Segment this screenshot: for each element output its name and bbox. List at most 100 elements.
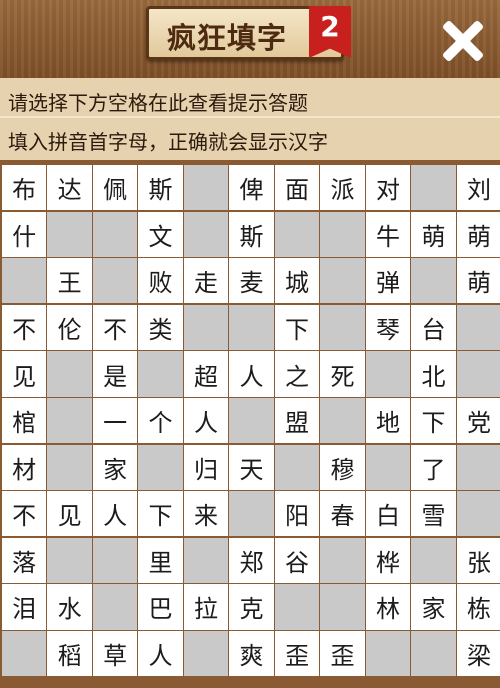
- crossword-cell[interactable]: 穆: [320, 444, 365, 490]
- crossword-cell[interactable]: 见: [47, 491, 92, 537]
- crossword-cell[interactable]: 不: [2, 304, 47, 351]
- crossword-cell[interactable]: 人: [183, 397, 229, 444]
- crossword-cell-blocked: [92, 584, 138, 630]
- crossword-cell[interactable]: 弹: [365, 258, 411, 304]
- crossword-cell[interactable]: 棺: [2, 397, 47, 444]
- crossword-cell[interactable]: 材: [2, 444, 47, 490]
- crossword-cell[interactable]: 郑: [229, 537, 274, 584]
- crossword-cell-blocked: [229, 397, 274, 444]
- crossword-cell[interactable]: 雪: [411, 491, 456, 537]
- crossword-cell[interactable]: 见: [2, 351, 47, 397]
- close-icon[interactable]: [440, 18, 486, 64]
- crossword-cell[interactable]: 地: [365, 397, 411, 444]
- crossword-cell[interactable]: 面: [274, 165, 320, 211]
- crossword-cell[interactable]: 佩: [92, 165, 138, 211]
- crossword-cell[interactable]: 家: [92, 444, 138, 490]
- crossword-cell[interactable]: 城: [274, 258, 320, 304]
- crossword-cell[interactable]: 梁: [456, 630, 500, 677]
- crossword-cell[interactable]: 不: [2, 491, 47, 537]
- crossword-cell[interactable]: 谷: [274, 537, 320, 584]
- crossword-cell[interactable]: 来: [183, 491, 229, 537]
- crossword-cell[interactable]: 了: [411, 444, 456, 490]
- crossword-cell[interactable]: 人: [229, 351, 274, 397]
- crossword-cell[interactable]: 盟: [274, 397, 320, 444]
- crossword-cell-blocked: [456, 351, 500, 397]
- crossword-cell[interactable]: 歪: [274, 630, 320, 677]
- crossword-cell[interactable]: 下: [274, 304, 320, 351]
- crossword-cell[interactable]: 拉: [183, 584, 229, 630]
- crossword-cell-blocked: [320, 258, 365, 304]
- crossword-cell[interactable]: 春: [320, 491, 365, 537]
- crossword-cell[interactable]: 水: [47, 584, 92, 630]
- crossword-cell-blocked: [47, 444, 92, 490]
- crossword-cell[interactable]: 不: [92, 304, 138, 351]
- crossword-cell[interactable]: 派: [320, 165, 365, 211]
- crossword-cell[interactable]: 天: [229, 444, 274, 490]
- crossword-cell[interactable]: 达: [47, 165, 92, 211]
- crossword-cell[interactable]: 之: [274, 351, 320, 397]
- crossword-cell[interactable]: 个: [138, 397, 183, 444]
- crossword-cell[interactable]: 栋: [456, 584, 500, 630]
- crossword-cell[interactable]: 下: [411, 397, 456, 444]
- crossword-cell[interactable]: 死: [320, 351, 365, 397]
- crossword-cell[interactable]: 萌: [456, 258, 500, 304]
- crossword-cell[interactable]: 布: [2, 165, 47, 211]
- crossword-cell[interactable]: 巴: [138, 584, 183, 630]
- crossword-cell[interactable]: 斯: [229, 211, 274, 257]
- crossword-cell[interactable]: 家: [411, 584, 456, 630]
- crossword-cell[interactable]: 牛: [365, 211, 411, 257]
- crossword-cell[interactable]: 王: [47, 258, 92, 304]
- crossword-cell[interactable]: 类: [138, 304, 183, 351]
- crossword-cell-blocked: [2, 258, 47, 304]
- crossword-cell[interactable]: 斯: [138, 165, 183, 211]
- crossword-cell[interactable]: 是: [92, 351, 138, 397]
- crossword-cell[interactable]: 刘: [456, 165, 500, 211]
- crossword-cell[interactable]: 泪: [2, 584, 47, 630]
- crossword-cell[interactable]: 落: [2, 537, 47, 584]
- crossword-cell[interactable]: 桦: [365, 537, 411, 584]
- crossword-cell[interactable]: 败: [138, 258, 183, 304]
- crossword-cell-blocked: [229, 304, 274, 351]
- crossword-cell-blocked: [183, 304, 229, 351]
- crossword-cell[interactable]: 文: [138, 211, 183, 257]
- crossword-cell[interactable]: 一: [92, 397, 138, 444]
- crossword-cell[interactable]: 人: [138, 630, 183, 677]
- crossword-cell[interactable]: 阳: [274, 491, 320, 537]
- crossword-cell-blocked: [365, 351, 411, 397]
- crossword-cell[interactable]: 下: [138, 491, 183, 537]
- crossword-cell[interactable]: 超: [183, 351, 229, 397]
- crossword-cell[interactable]: 白: [365, 491, 411, 537]
- crossword-cell[interactable]: 党: [456, 397, 500, 444]
- crossword-cell-blocked: [47, 211, 92, 257]
- crossword-cell[interactable]: 草: [92, 630, 138, 677]
- crossword-cell[interactable]: 归: [183, 444, 229, 490]
- crossword-cell[interactable]: 对: [365, 165, 411, 211]
- crossword-cell[interactable]: 俾: [229, 165, 274, 211]
- crossword-cell[interactable]: 爽: [229, 630, 274, 677]
- crossword-cell[interactable]: 伦: [47, 304, 92, 351]
- crossword-cell[interactable]: 萌: [411, 211, 456, 257]
- crossword-cell[interactable]: 人: [92, 491, 138, 537]
- crossword-cell[interactable]: 里: [138, 537, 183, 584]
- crossword-cell-blocked: [47, 537, 92, 584]
- crossword-cell[interactable]: 歪: [320, 630, 365, 677]
- crossword-cell[interactable]: 走: [183, 258, 229, 304]
- crossword-cell[interactable]: 琴: [365, 304, 411, 351]
- crossword-cell-blocked: [274, 584, 320, 630]
- crossword-cell[interactable]: 萌: [456, 211, 500, 257]
- crossword-cell-blocked: [2, 630, 47, 677]
- crossword-cell-blocked: [456, 491, 500, 537]
- crossword-cell[interactable]: 什: [2, 211, 47, 257]
- crossword-cell[interactable]: 麦: [229, 258, 274, 304]
- crossword-cell[interactable]: 林: [365, 584, 411, 630]
- crossword-cell[interactable]: 稻: [47, 630, 92, 677]
- crossword-cell[interactable]: 克: [229, 584, 274, 630]
- game-title: 疯狂填字: [167, 21, 288, 55]
- crossword-cell-blocked: [183, 211, 229, 257]
- crossword-cell-blocked: [138, 351, 183, 397]
- crossword-cell-blocked: [47, 397, 92, 444]
- crossword-cell[interactable]: 北: [411, 351, 456, 397]
- crossword-cell[interactable]: 张: [456, 537, 500, 584]
- crossword-cell-blocked: [183, 537, 229, 584]
- crossword-cell[interactable]: 台: [411, 304, 456, 351]
